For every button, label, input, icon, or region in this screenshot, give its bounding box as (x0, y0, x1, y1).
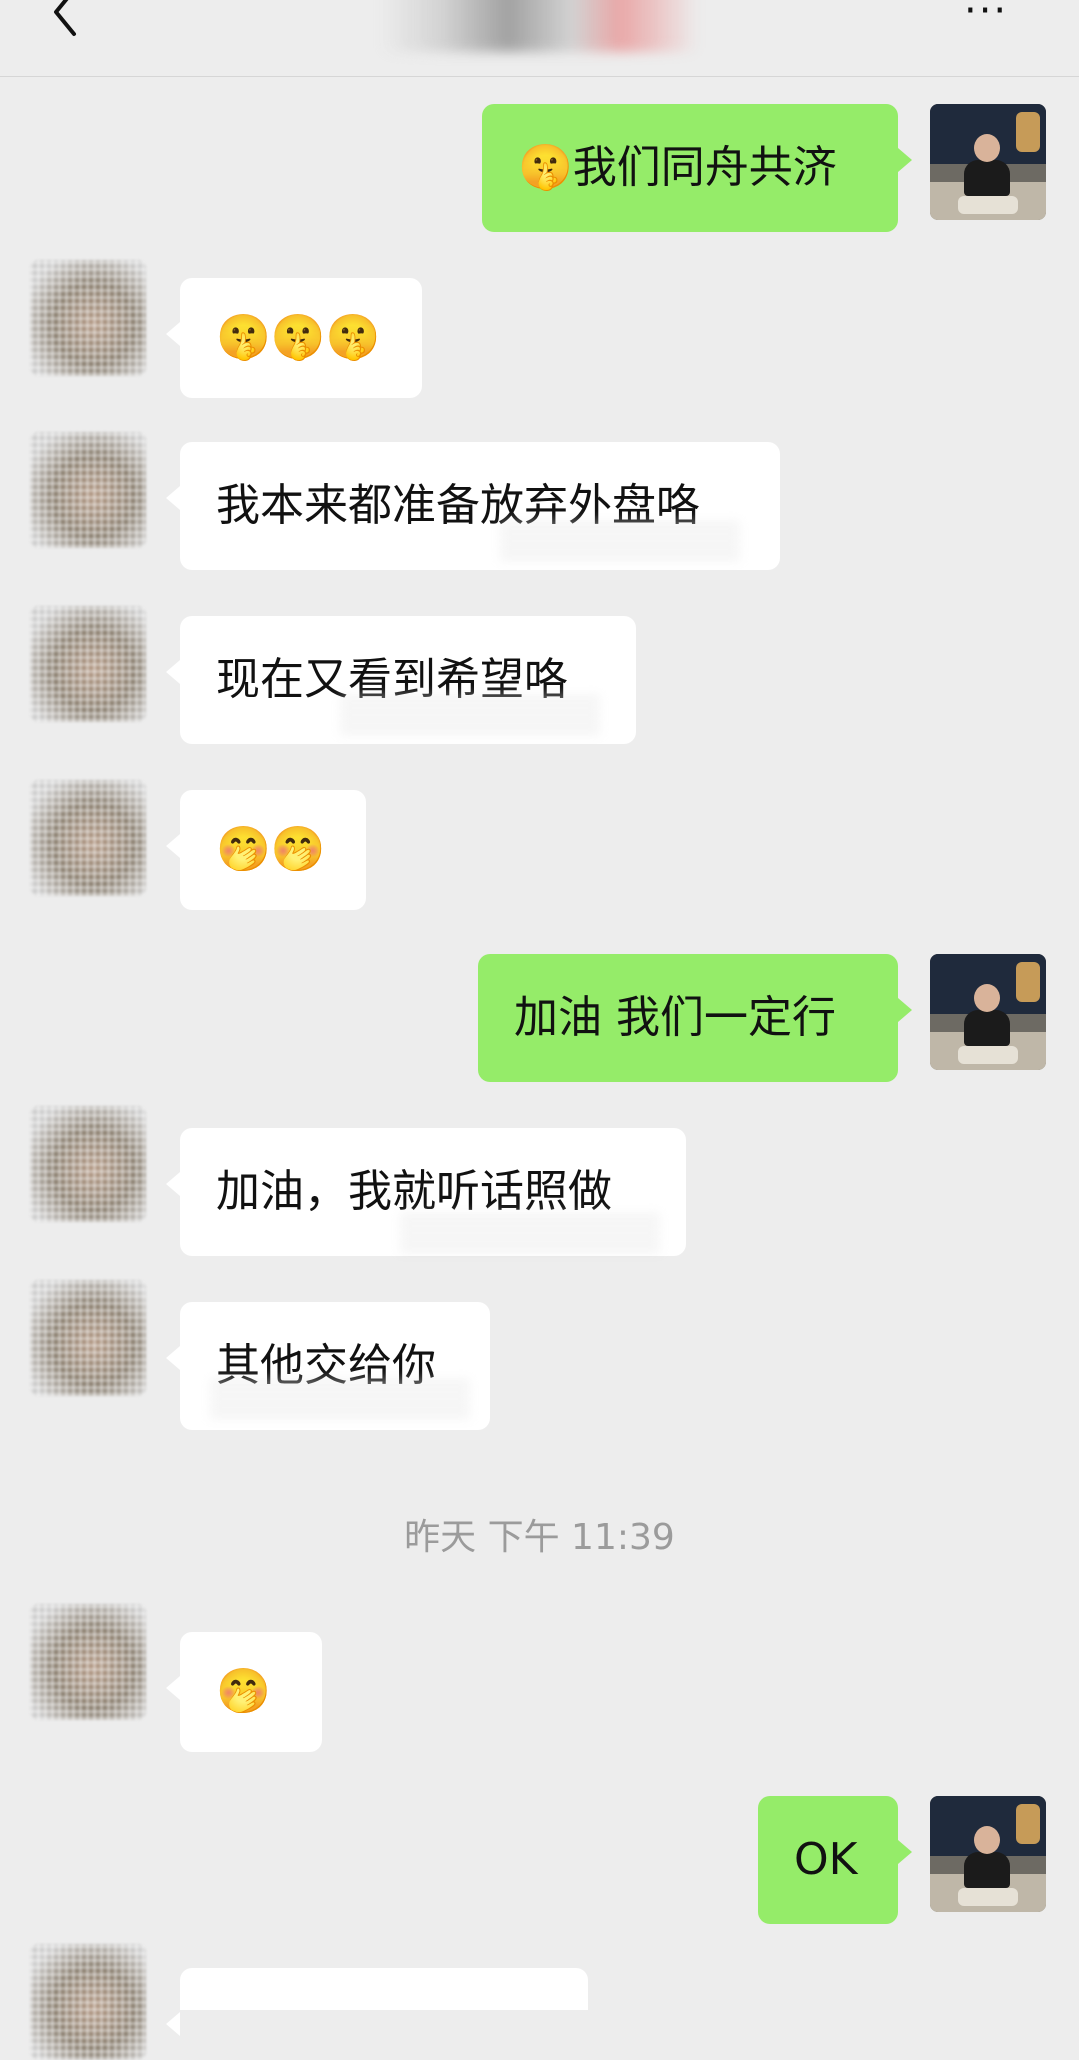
contact-avatar[interactable] (30, 1280, 146, 1396)
message-bubble-incoming[interactable]: 🤭 (166, 1632, 322, 1752)
contact-avatar[interactable] (30, 260, 146, 376)
my-avatar[interactable] (930, 1796, 1046, 1912)
redaction-smudge (400, 1212, 660, 1252)
contact-avatar[interactable] (30, 780, 146, 896)
message-timestamp: 昨天 下午 11:39 (404, 1517, 675, 1558)
contact-avatar[interactable] (30, 1106, 146, 1222)
redaction-smudge (210, 1378, 470, 1418)
back-icon[interactable] (44, 0, 88, 44)
redaction-smudge (340, 694, 600, 734)
chat-header: ··· (0, 0, 1079, 77)
contact-avatar[interactable] (30, 606, 146, 722)
contact-avatar[interactable] (30, 1944, 146, 2060)
message-bubble-outgoing[interactable]: 🤫我们同舟共济 (482, 104, 912, 232)
message-bubble-outgoing[interactable]: 加油 我们一定行 (478, 954, 912, 1082)
message-bubble-incoming[interactable] (166, 1968, 588, 2036)
message-bubble-outgoing[interactable]: OK (758, 1796, 912, 1924)
more-options-icon[interactable]: ··· (964, 0, 1024, 34)
chat-title-obscured (380, 0, 700, 52)
redaction-smudge (500, 520, 740, 560)
my-avatar[interactable] (930, 104, 1046, 220)
message-bubble-incoming[interactable]: 🤫🤫🤫 (166, 278, 422, 398)
message-bubble-incoming[interactable]: 🤭🤭 (166, 790, 366, 910)
contact-avatar[interactable] (30, 432, 146, 548)
contact-avatar[interactable] (30, 1604, 146, 1720)
my-avatar[interactable] (930, 954, 1046, 1070)
